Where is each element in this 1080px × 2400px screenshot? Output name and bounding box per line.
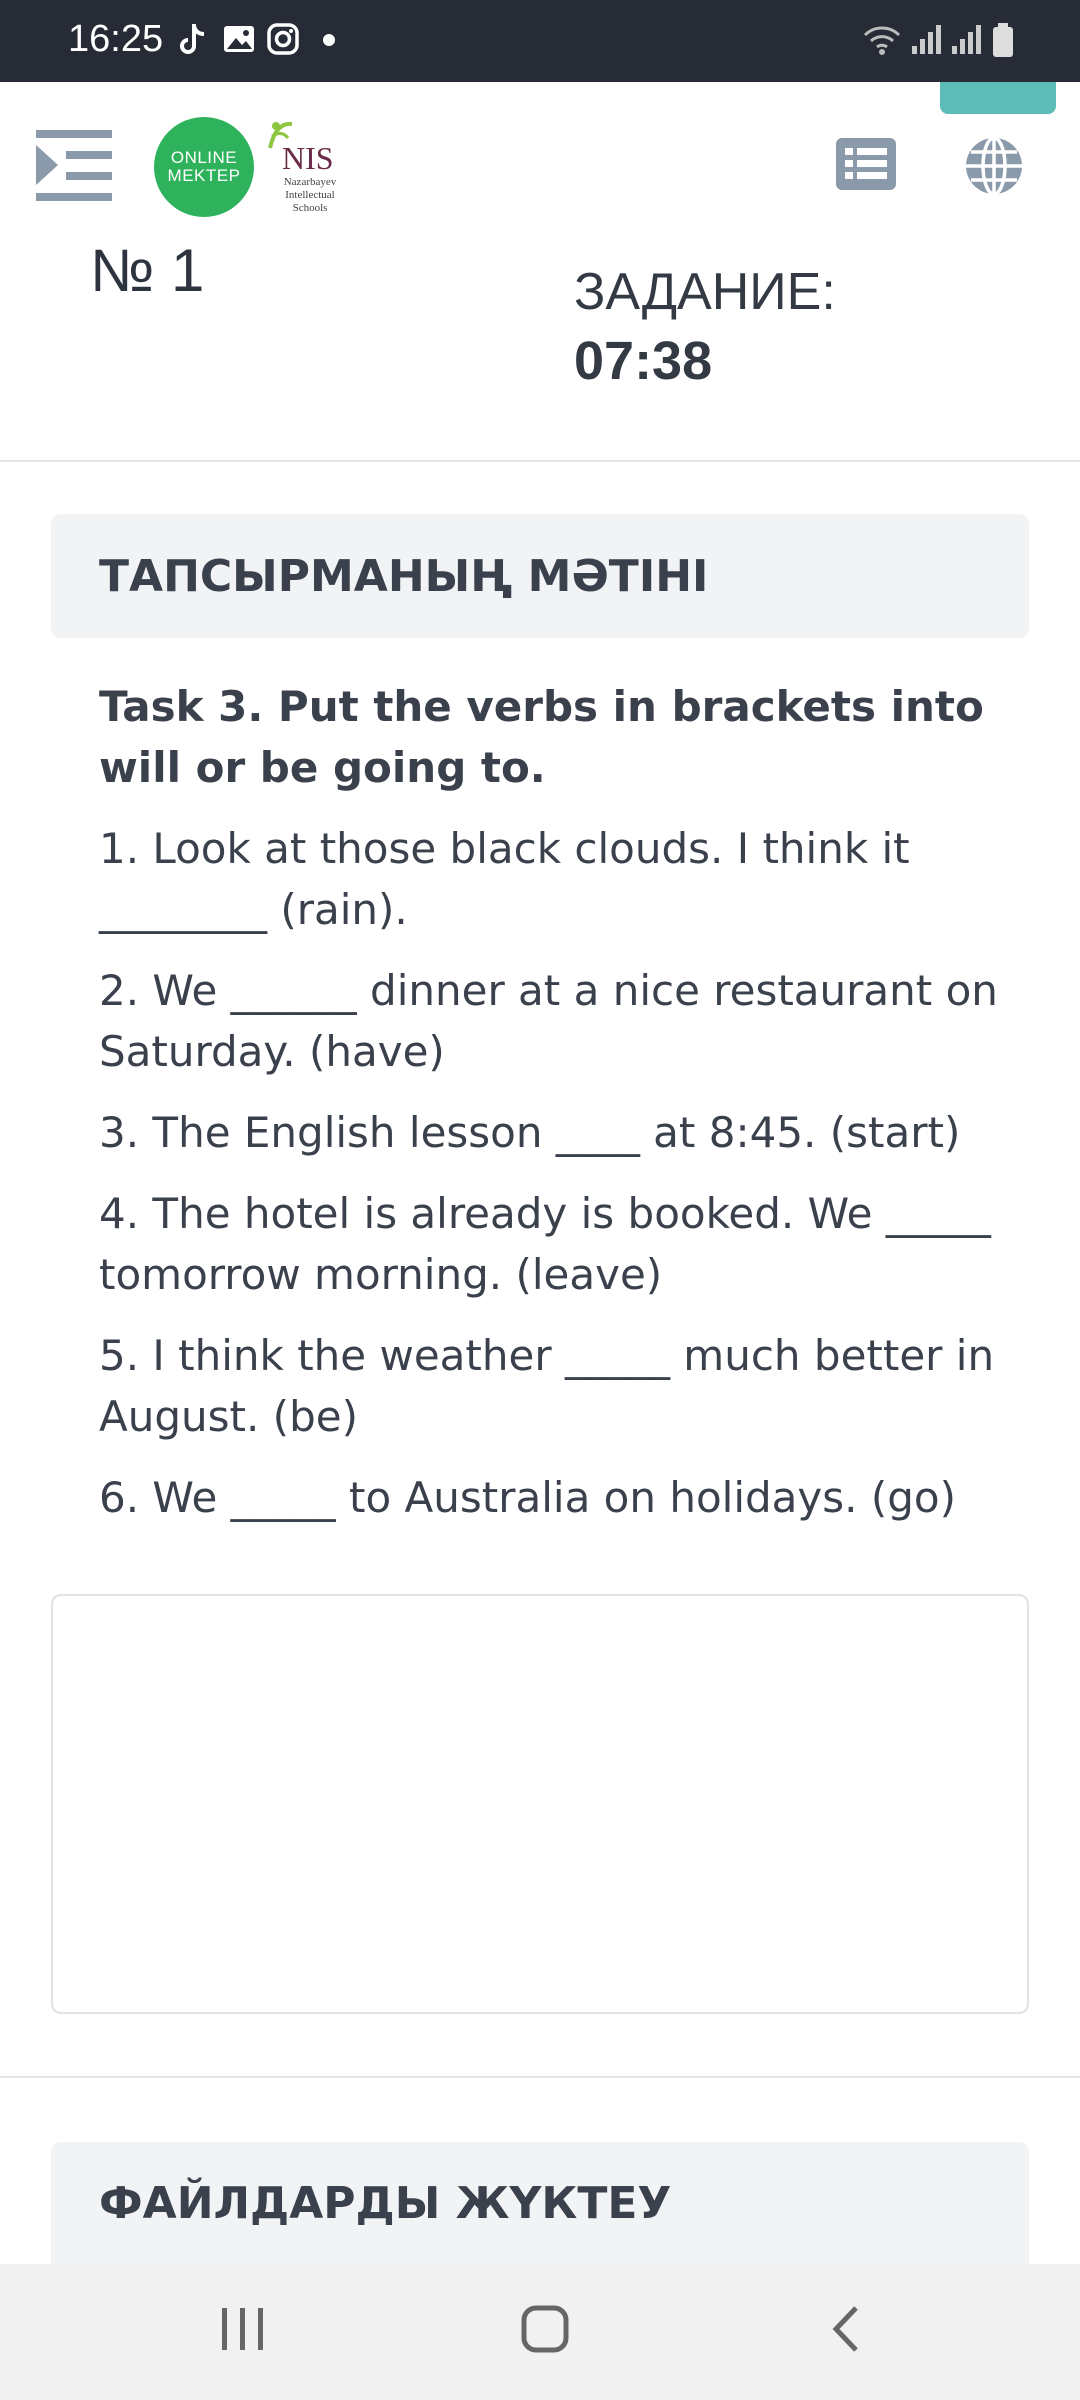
back-icon[interactable] (828, 2304, 864, 2358)
instagram-icon (266, 22, 300, 60)
recent-apps-icon[interactable] (220, 2304, 266, 2358)
nis-logo-text: NIS (282, 140, 334, 176)
globe-icon[interactable] (964, 136, 1024, 200)
task-number: № 1 (90, 237, 205, 304)
logo-text-online: ONLINE (170, 148, 238, 167)
signal-icon (950, 22, 984, 60)
task-item: 6. We _____ to Australia on holidays. (g… (99, 1473, 956, 1522)
task-title: Task 3. Put the verbs in brackets into w… (99, 682, 984, 792)
logo-text-mektep: MEKTEP (167, 166, 241, 185)
menu-toggle-icon[interactable] (36, 130, 114, 206)
task-item: 4. The hotel is already is booked. We __… (99, 1189, 991, 1299)
status-time: 16:25 (68, 18, 164, 60)
task-item: 5. I think the weather _____ much better… (99, 1331, 995, 1441)
file-upload-heading: ФАЙЛДАРДЫ ЖҮКТЕУ (51, 2142, 1029, 2264)
list-icon[interactable] (836, 138, 896, 194)
nis-logo-subtitle: Nazarbayev Intellectual Schools (283, 176, 337, 214)
gallery-icon (222, 22, 256, 60)
online-mektep-logo[interactable]: ONLINE MEKTEP (154, 117, 254, 217)
task-label: ЗАДАНИЕ: (574, 263, 836, 321)
teal-tab[interactable] (940, 82, 1056, 114)
system-nav-bar (0, 2264, 1080, 2400)
task-timer: 07:38 (574, 331, 713, 391)
wifi-icon (862, 22, 902, 60)
signal-icon (910, 22, 944, 60)
task-text-heading: ТАПСЫРМАНЫҢ МӘТІНІ (51, 514, 1029, 638)
divider (0, 460, 1080, 462)
status-bar: 16:25 (0, 0, 1080, 82)
task-item: 2. We ______ dinner at a nice restaurant… (99, 966, 998, 1076)
battery-icon (992, 22, 1014, 62)
divider (0, 2076, 1080, 2078)
task-content: Task 3. Put the verbs in brackets into w… (99, 676, 999, 1548)
task-item: 3. The English lesson ____ at 8:45. (sta… (99, 1108, 961, 1157)
home-icon[interactable] (520, 2304, 570, 2358)
tiktok-icon (178, 22, 208, 62)
answer-textarea[interactable] (51, 1594, 1029, 2014)
task-item: 1. Look at those black clouds. I think i… (99, 824, 910, 934)
dot-icon (322, 32, 336, 51)
